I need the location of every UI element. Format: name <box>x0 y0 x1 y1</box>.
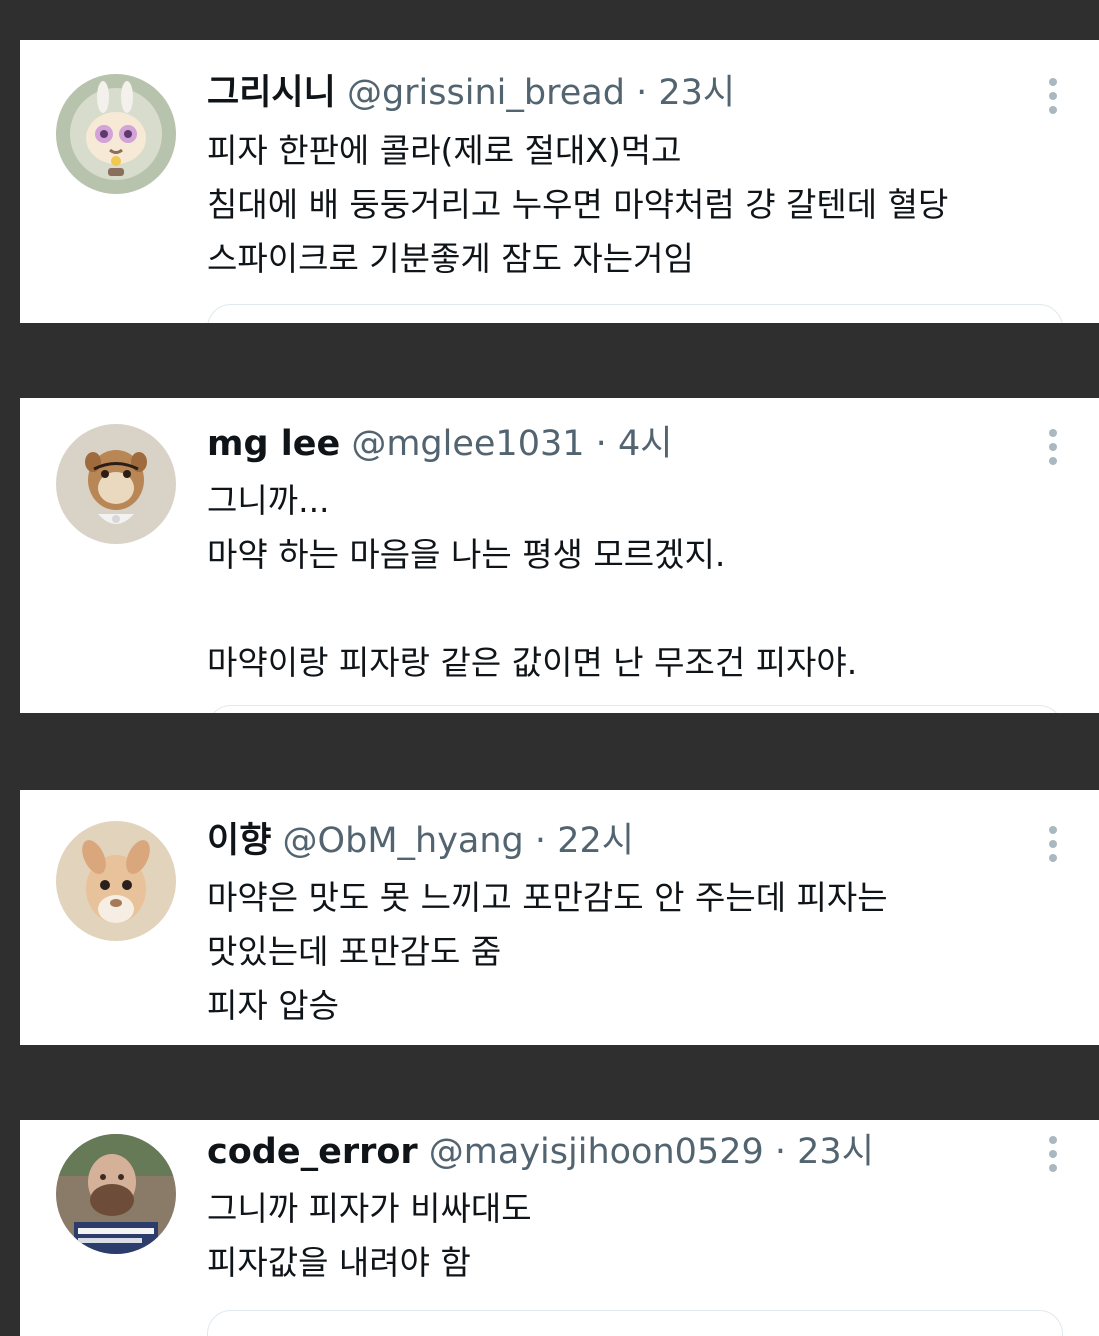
separator-dot: · <box>595 424 607 464</box>
avatar[interactable] <box>56 821 176 941</box>
timestamp[interactable]: 23시 <box>658 73 735 113</box>
timestamp[interactable]: 4시 <box>618 424 672 464</box>
tweet-line: 마약 하는 마음을 나는 평생 모르겠지. <box>207 535 726 574</box>
separator-dot: · <box>534 821 547 861</box>
cartoon-bunny-avatar-icon <box>56 74 176 194</box>
tweet-header: mg lee @mglee1031 · 4시 <box>207 422 672 466</box>
timestamp[interactable]: 22시 <box>557 821 634 861</box>
separator-dot: · <box>774 1132 787 1172</box>
tweet-header: 그리시니 @grissini_bread · 23시 <box>207 71 735 115</box>
user-handle[interactable]: @mayisjihoon0529 <box>429 1132 764 1172</box>
display-name[interactable]: mg lee <box>207 424 340 464</box>
bearded-man-avatar-icon <box>56 1134 176 1254</box>
separator-dot: · <box>636 73 648 113</box>
tweet-line: 피자 한판에 콜라(제로 절대X)먹고 <box>207 131 682 170</box>
reply-preview-box[interactable] <box>207 705 1063 713</box>
deer-fawn-avatar-icon <box>56 821 176 941</box>
avatar[interactable] <box>56 74 176 194</box>
tweet-text: 피자 한판에 콜라(제로 절대X)먹고 침대에 배 둥둥거리고 누우면 마약처럼… <box>207 124 948 286</box>
chipmunk-avatar-icon <box>56 424 176 544</box>
display-name[interactable]: 그리시니 <box>207 73 336 113</box>
display-name[interactable]: code_error <box>207 1132 418 1172</box>
tweet-text: 그니까 피자가 비싸대도 피자값을 내려야 함 <box>207 1182 532 1290</box>
more-options-icon[interactable] <box>1047 78 1059 118</box>
tweet-line: 마약은 맛도 못 느끼고 포만감도 안 주는데 피자는 <box>207 878 888 917</box>
tweet-header: code_error @mayisjihoon0529 · 23시 <box>207 1130 874 1174</box>
tweet-text: 그니까... 마약 하는 마음을 나는 평생 모르겠지. 마약이랑 피자랑 같은… <box>207 474 857 690</box>
tweet-text: 마약은 맛도 못 느끼고 포만감도 안 주는데 피자는 맛있는데 포만감도 줌 … <box>207 871 888 1033</box>
user-handle[interactable]: @ObM_hyang <box>283 821 524 861</box>
display-name[interactable]: 이향 <box>207 821 271 861</box>
tweet-line: 그니까 피자가 비싸대도 <box>207 1189 532 1228</box>
tweet-line: 침대에 배 둥둥거리고 누우면 마약처럼 걍 갈텐데 혈당 <box>207 185 949 224</box>
timestamp[interactable]: 23시 <box>797 1132 874 1172</box>
more-options-icon[interactable] <box>1047 826 1059 866</box>
tweet-line: 맛있는데 포만감도 줌 <box>207 932 502 971</box>
tweet-line: 마약이랑 피자랑 같은 값이면 난 무조건 피자야. <box>207 643 858 682</box>
user-handle[interactable]: @mglee1031 <box>351 424 584 464</box>
tweet-line: 그니까... <box>207 481 330 520</box>
tweet-card[interactable]: 이향 @ObM_hyang · 22시 마약은 맛도 못 느끼고 포만감도 안 … <box>20 790 1099 1045</box>
tweet-card[interactable]: mg lee @mglee1031 · 4시 그니까... 마약 하는 마음을 … <box>20 398 1099 713</box>
tweet-line: 피자 압승 <box>207 986 339 1025</box>
reply-preview-box[interactable] <box>207 1310 1063 1336</box>
tweet-line: 스파이크로 기분좋게 잠도 자는거임 <box>207 239 694 278</box>
tweet-line: 피자값을 내려야 함 <box>207 1243 471 1282</box>
tweet-card[interactable]: 그리시니 @grissini_bread · 23시 피자 한판에 콜라(제로 … <box>20 40 1099 323</box>
avatar[interactable] <box>56 1134 176 1254</box>
more-options-icon[interactable] <box>1047 1136 1059 1176</box>
tweet-header: 이향 @ObM_hyang · 22시 <box>207 819 634 863</box>
avatar[interactable] <box>56 424 176 544</box>
user-handle[interactable]: @grissini_bread <box>347 73 625 113</box>
tweet-line <box>207 582 857 636</box>
reply-preview-box[interactable] <box>207 304 1063 323</box>
tweet-card[interactable]: code_error @mayisjihoon0529 · 23시 그니까 피자… <box>20 1120 1099 1336</box>
more-options-icon[interactable] <box>1047 429 1059 469</box>
